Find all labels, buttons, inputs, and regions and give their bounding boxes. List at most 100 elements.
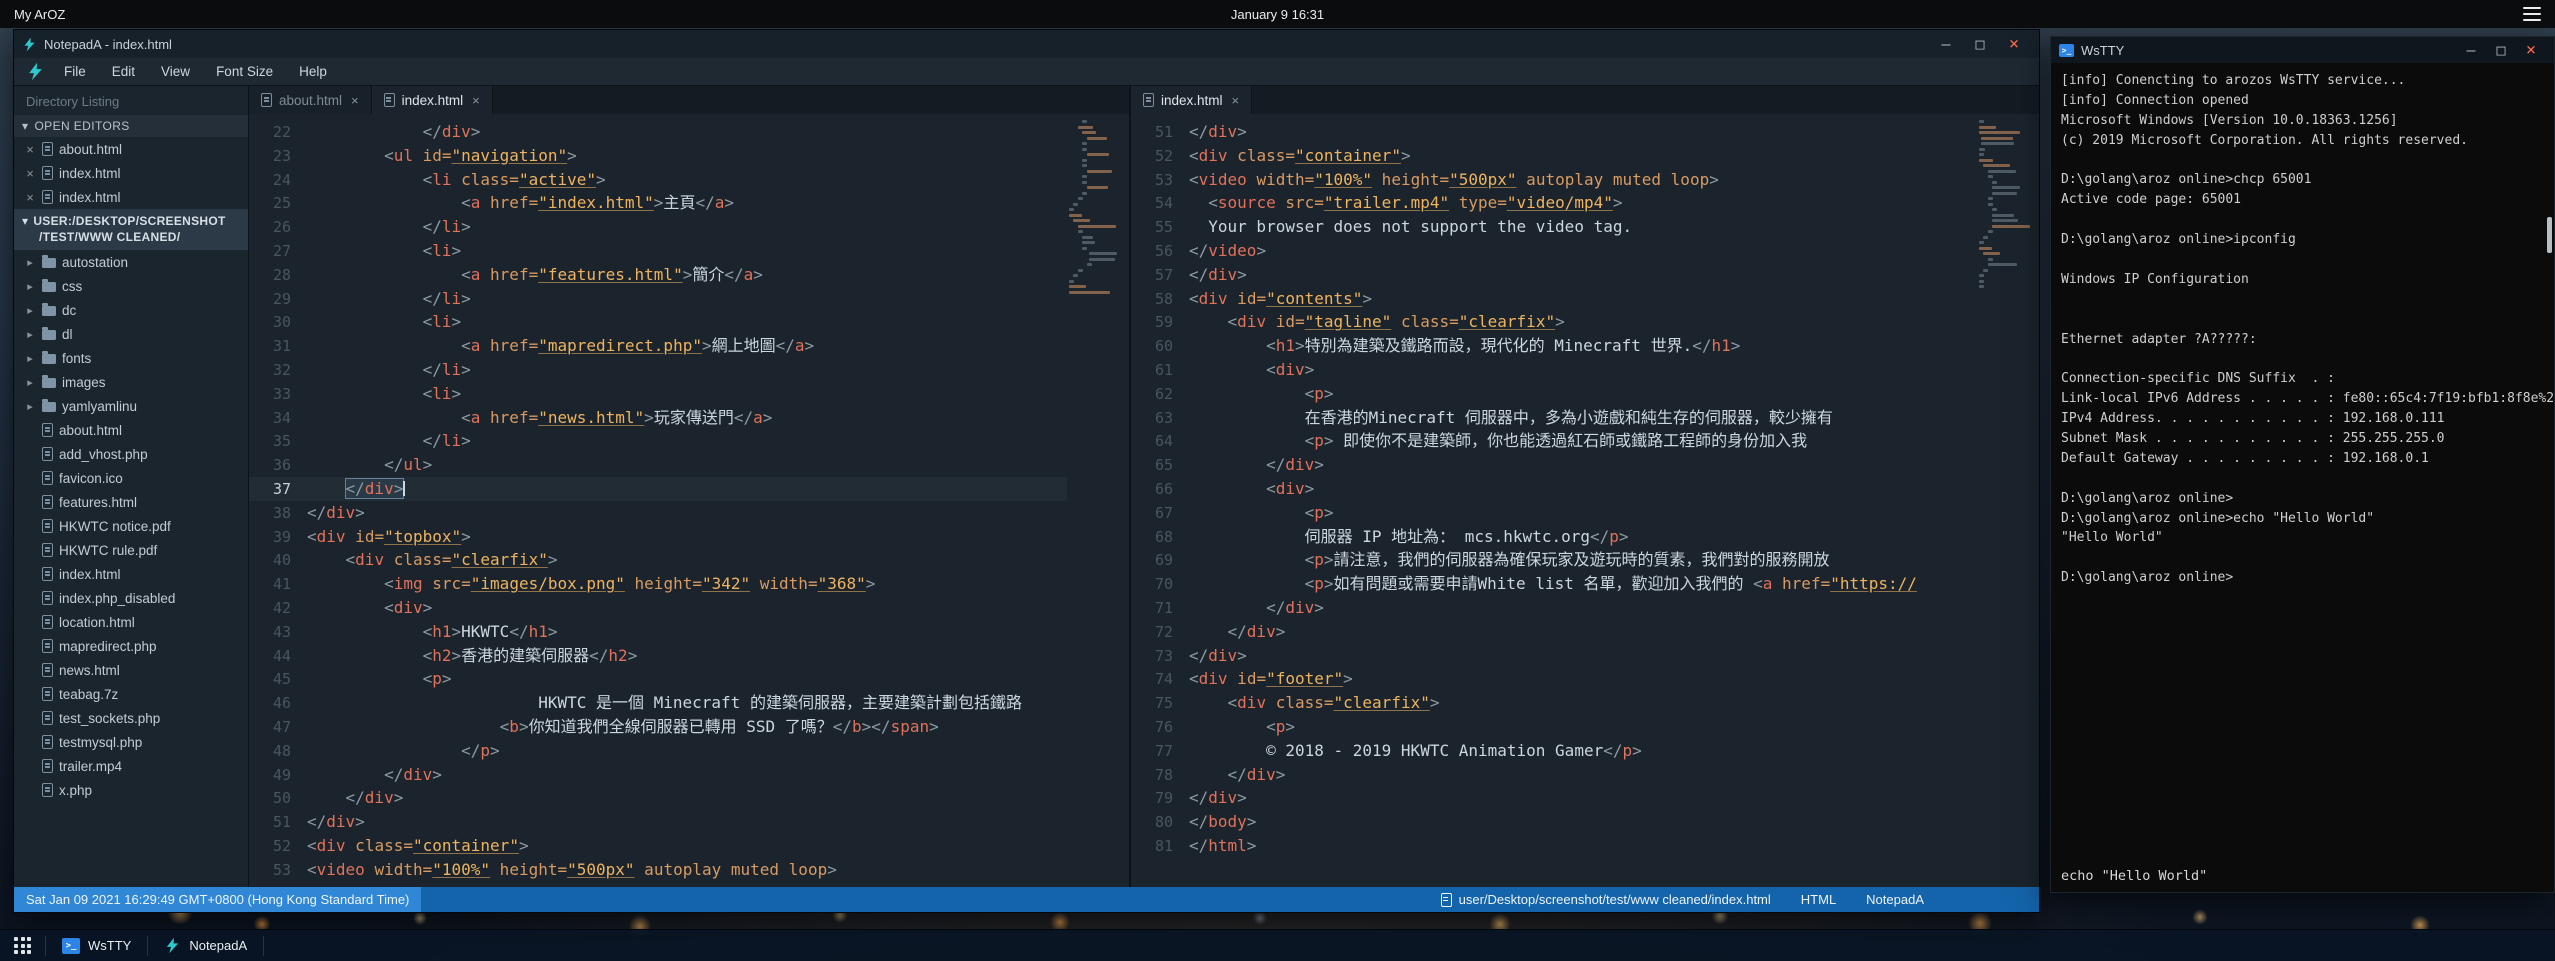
tree-file[interactable]: index.html <box>14 562 248 586</box>
hamburger-menu-icon[interactable] <box>2523 7 2541 21</box>
open-editor-item[interactable]: × about.html <box>14 137 248 161</box>
line-content: </body> <box>1189 812 1256 831</box>
tree-file[interactable]: about.html <box>14 418 248 442</box>
minimap-line <box>1988 263 2017 266</box>
tree-folder[interactable]: ▸dc <box>14 298 248 322</box>
terminal-scrollbar[interactable] <box>2547 217 2552 253</box>
code-editor-right[interactable]: 51</div>52<div class="container">53<vide… <box>1131 114 2039 887</box>
status-filepath-segment[interactable]: user/Desktop/screenshot/test/www cleaned… <box>1441 892 1771 907</box>
terminal-line: D:\golang\aroz online> <box>2061 568 2554 588</box>
workspace-path-line1: USER:/DESKTOP/SCREENSHOT <box>33 214 225 228</box>
menu-view[interactable]: View <box>148 64 203 79</box>
tree-file[interactable]: HKWTC notice.pdf <box>14 514 248 538</box>
line-number: 60 <box>1131 335 1189 359</box>
line-content: </div> <box>307 765 442 784</box>
maximize-button[interactable]: □ <box>2486 37 2516 63</box>
tree-file[interactable]: test_sockets.php <box>14 706 248 730</box>
tree-folder[interactable]: ▸images <box>14 370 248 394</box>
status-datetime[interactable]: Sat Jan 09 2021 16:29:49 GMT+0800 (Hong … <box>14 887 421 912</box>
tree-file[interactable]: HKWTC rule.pdf <box>14 538 248 562</box>
open-editor-label: about.html <box>59 142 122 157</box>
status-app-name[interactable]: NotepadA <box>1866 892 1924 907</box>
line-number: 67 <box>1131 502 1189 526</box>
open-editors-header[interactable]: ▾ OPEN EDITORS <box>14 115 248 137</box>
tab-index.html[interactable]: index.html× <box>372 86 493 114</box>
maximize-button[interactable]: □ <box>1963 30 1997 58</box>
taskbar-item-wstty[interactable]: >_ WsTTY <box>46 930 147 961</box>
terminal-line: Default Gateway . . . . . . . . . : 192.… <box>2061 449 2554 469</box>
tree-file[interactable]: teabag.7z <box>14 682 248 706</box>
line-number: 23 <box>249 145 307 169</box>
code-line: 61 <div> <box>1131 358 1977 382</box>
workspace-root-folder[interactable]: ▾USER:/DESKTOP/SCREENSHOT /TEST/WWW CLEA… <box>14 209 248 250</box>
close-editor-icon[interactable]: × <box>24 190 36 205</box>
app-launcher-icon[interactable] <box>14 937 31 954</box>
line-content: <div class="clearfix"> <box>1189 693 1439 712</box>
terminal-line <box>2061 290 2554 310</box>
tab-about.html[interactable]: about.html× <box>249 86 372 114</box>
code-line: 26 </li> <box>249 215 1067 239</box>
status-language[interactable]: HTML <box>1801 892 1836 907</box>
editor-group-left: about.html×index.html× 22 </div>23 <ul i… <box>249 86 1131 887</box>
menu-edit[interactable]: Edit <box>99 64 148 79</box>
close-tab-icon[interactable]: × <box>472 93 480 108</box>
tab-index.html[interactable]: index.html× <box>1131 86 1252 114</box>
minimap-line <box>1087 153 1110 156</box>
line-content: </li> <box>307 360 471 379</box>
close-button[interactable]: × <box>2516 37 2546 63</box>
open-editor-item[interactable]: ×index.html <box>14 185 248 209</box>
tree-file[interactable]: testmysql.php <box>14 730 248 754</box>
close-tab-icon[interactable]: × <box>1232 93 1240 108</box>
close-tab-icon[interactable]: × <box>351 93 359 108</box>
code-line: 41 <img src="images/box.png" height="342… <box>249 572 1067 596</box>
tree-folder[interactable]: ▸fonts <box>14 346 248 370</box>
notepada-titlebar[interactable]: NotepadA - index.html – □ × <box>14 30 2039 58</box>
minimap-left[interactable] <box>1069 120 1127 296</box>
file-label: test_sockets.php <box>59 711 160 726</box>
minimize-button[interactable]: – <box>2456 37 2486 63</box>
tree-folder[interactable]: ▸css <box>14 274 248 298</box>
close-button[interactable]: × <box>1997 30 2031 58</box>
file-icon <box>42 591 53 605</box>
close-editor-icon[interactable]: × <box>24 166 36 181</box>
wstty-titlebar[interactable]: >_ WsTTY – □ × <box>2051 37 2554 63</box>
code-line: 56</video> <box>1131 239 1977 263</box>
terminal-line: D:\golang\aroz online> <box>2061 489 2554 509</box>
tree-file[interactable]: x.php <box>14 778 248 802</box>
code-line: 73</div> <box>1131 644 1977 668</box>
menu-font-size[interactable]: Font Size <box>203 64 286 79</box>
terminal-input-line[interactable]: echo "Hello World" <box>2061 868 2207 884</box>
line-number: 31 <box>249 335 307 359</box>
file-label: add_vhost.php <box>59 447 148 462</box>
tree-file[interactable]: add_vhost.php <box>14 442 248 466</box>
tree-file[interactable]: news.html <box>14 658 248 682</box>
menu-file[interactable]: File <box>51 64 99 79</box>
minimize-button[interactable]: – <box>1929 30 1963 58</box>
line-number: 52 <box>249 835 307 859</box>
tree-file[interactable]: trailer.mp4 <box>14 754 248 778</box>
tree-folder[interactable]: ▸yamlyamlinu <box>14 394 248 418</box>
chevron-right-icon: ▸ <box>24 400 36 413</box>
line-number: 52 <box>1131 145 1189 169</box>
taskbar-item-notepada[interactable]: NotepadA <box>148 930 263 961</box>
tree-file[interactable]: favicon.ico <box>14 466 248 490</box>
tree-folder[interactable]: ▸dl <box>14 322 248 346</box>
minimap-right[interactable] <box>1979 120 2037 291</box>
terminal-output[interactable]: echo "Hello World" [info] Conencting to … <box>2051 63 2554 892</box>
terminal-line: D:\golang\aroz online>echo "Hello World" <box>2061 509 2554 529</box>
line-content: </li> <box>307 289 471 308</box>
file-icon <box>42 447 53 461</box>
tree-file[interactable]: features.html <box>14 490 248 514</box>
open-editor-item[interactable]: ×index.html <box>14 161 248 185</box>
terminal-line: Ethernet adapter ?A?????: <box>2061 330 2554 350</box>
tree-file[interactable]: index.php_disabled <box>14 586 248 610</box>
tree-file[interactable]: mapredirect.php <box>14 634 248 658</box>
system-hostname[interactable]: My ArOZ <box>0 7 65 22</box>
tree-file[interactable]: location.html <box>14 610 248 634</box>
close-editor-icon[interactable]: × <box>24 142 36 157</box>
line-content: <li> <box>307 312 461 331</box>
tree-folder[interactable]: ▸autostation <box>14 250 248 274</box>
menu-help[interactable]: Help <box>286 64 340 79</box>
minimap-line <box>1988 170 2017 173</box>
code-editor-left[interactable]: 22 </div>23 <ul id="navigation">24 <li c… <box>249 114 1129 887</box>
